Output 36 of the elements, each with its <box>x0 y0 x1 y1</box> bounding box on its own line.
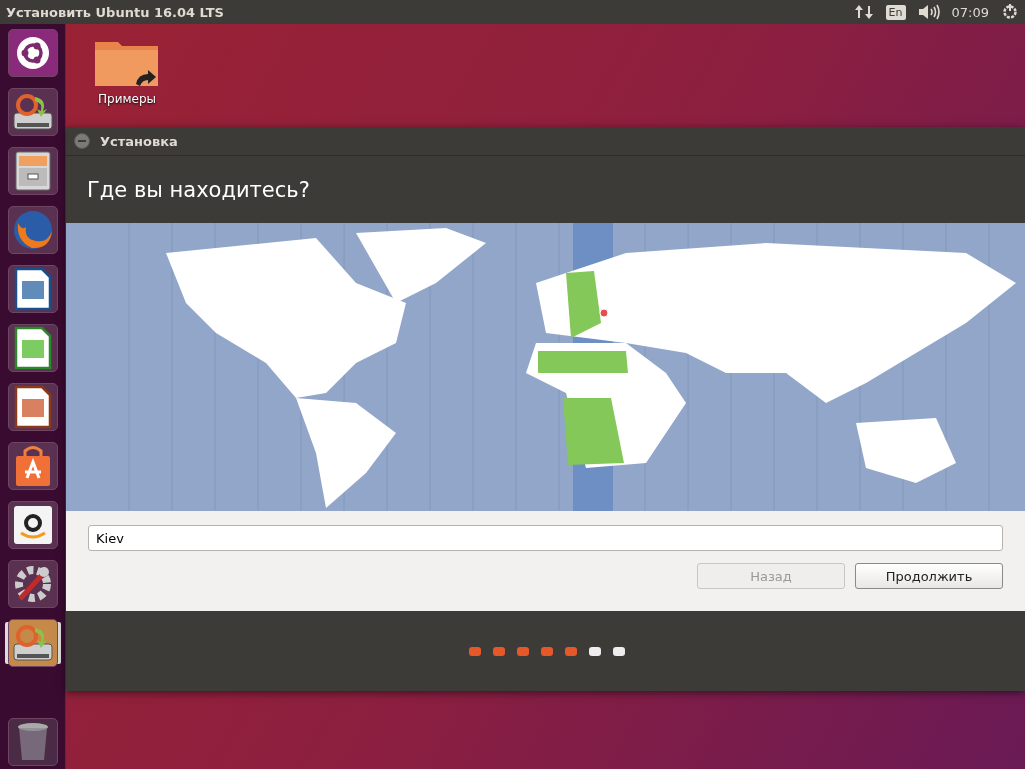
close-button[interactable] <box>74 133 90 149</box>
launcher-dash-button[interactable] <box>7 29 58 77</box>
ubuntu-logo-icon <box>15 36 50 70</box>
launcher-trash-button[interactable] <box>7 718 58 766</box>
clock[interactable]: 07:09 <box>951 4 989 20</box>
launcher-firefox-button[interactable] <box>7 206 58 254</box>
keyboard-layout-indicator[interactable]: En <box>885 4 906 20</box>
window-title: Установка <box>100 133 178 149</box>
world-map-drawing[interactable] <box>66 223 1025 511</box>
spreadsheet-icon <box>13 326 52 370</box>
panel-title: Установить Ubuntu 16.04 LTS <box>6 4 224 20</box>
presentation-icon <box>13 385 52 429</box>
continue-button[interactable]: Продолжить <box>855 563 1003 589</box>
launcher-installer-button[interactable] <box>7 619 58 667</box>
desktop-folder[interactable]: Примеры <box>92 36 162 106</box>
volume-icon[interactable] <box>917 4 940 20</box>
launcher-impress-button[interactable] <box>7 383 58 431</box>
location-field[interactable]: Kiev <box>88 525 1003 551</box>
launcher-calc-button[interactable] <box>7 324 58 372</box>
network-icon[interactable] <box>853 4 874 20</box>
launcher-files-button[interactable] <box>7 147 58 195</box>
folder-label: Примеры <box>98 92 156 106</box>
text-document-icon <box>13 267 52 311</box>
launcher-amazon-button[interactable] <box>7 501 58 549</box>
page-heading: Где вы находитесь? <box>87 177 310 202</box>
hard-drive-icon <box>10 622 55 664</box>
trash-icon <box>15 722 50 762</box>
hard-drive-icon <box>10 91 55 133</box>
launcher-software-button[interactable] <box>7 442 58 490</box>
amazon-logo-icon <box>12 505 53 545</box>
launcher-writer-button[interactable] <box>7 265 58 313</box>
power-gear-icon[interactable] <box>1001 3 1019 21</box>
launcher-installer-button[interactable] <box>7 88 58 136</box>
launcher-settings-button[interactable] <box>7 560 58 608</box>
firefox-icon <box>11 209 54 251</box>
file-cabinet-icon <box>12 150 53 192</box>
